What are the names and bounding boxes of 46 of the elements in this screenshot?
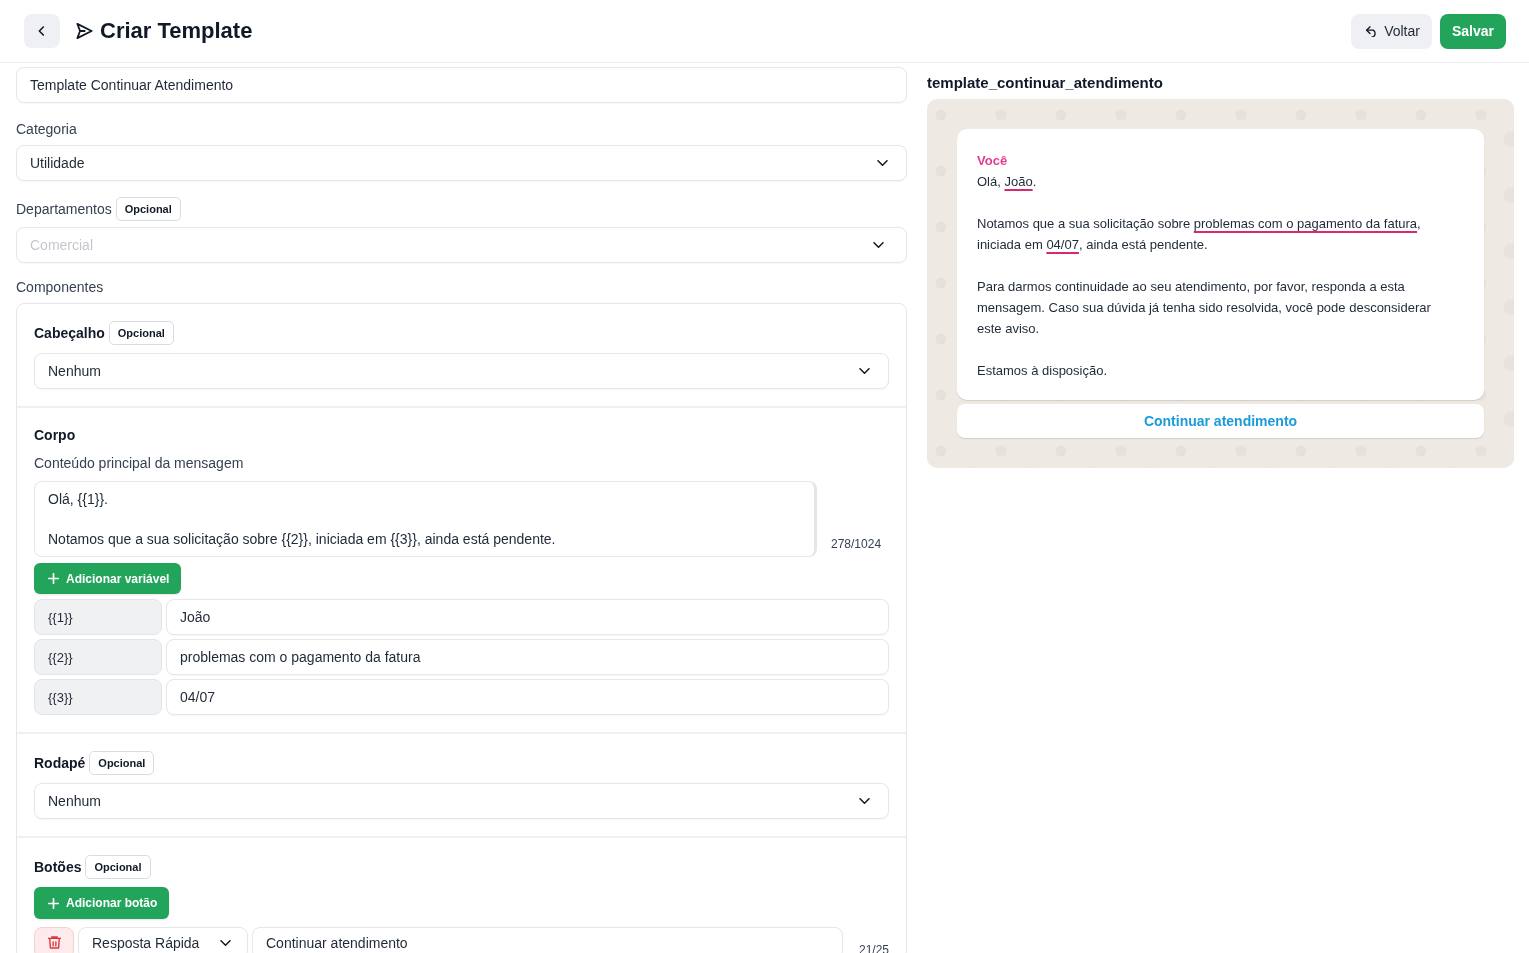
chevron-left-icon bbox=[38, 25, 46, 37]
chevron-down-icon bbox=[859, 368, 870, 374]
category-select[interactable]: Utilidade bbox=[16, 145, 907, 181]
template-name-field[interactable]: Template Continuar Atendimento bbox=[16, 67, 907, 103]
variable-key: {{1}} bbox=[34, 599, 162, 635]
section-title: Corpo bbox=[34, 426, 76, 445]
undo-icon bbox=[1366, 25, 1379, 37]
message-text: Estamos à disposição. bbox=[977, 362, 1109, 380]
field-label: Categoria bbox=[16, 120, 78, 139]
character-counter: 278/1024 bbox=[831, 536, 882, 552]
section-title: Cabeçalho bbox=[34, 325, 105, 341]
optional-badge: Opcional bbox=[85, 855, 151, 879]
sender-name: Você bbox=[977, 152, 1008, 170]
variable-value-field[interactable]: 04/07 bbox=[166, 679, 889, 715]
send-icon bbox=[76, 23, 93, 39]
delete-button[interactable] bbox=[34, 927, 74, 953]
back-text-button[interactable]: Voltar bbox=[1351, 13, 1432, 49]
template-id-title: template_continuar_atendimento bbox=[927, 73, 1163, 93]
plus-icon bbox=[48, 573, 59, 584]
message-text: Olá, João. bbox=[977, 173, 1038, 191]
optional-badge: Opcional bbox=[108, 321, 174, 345]
message-text: Para darmos continuidade ao seu atendimento, por favor, responda a esta mensagem. Caso sua dúvida já tenha sido resolvida, você pode desconsiderar este aviso. bbox=[977, 278, 1432, 338]
chevron-down-icon bbox=[859, 798, 870, 804]
trash-icon bbox=[47, 935, 61, 950]
chevron-down-icon bbox=[877, 160, 888, 166]
footer-type-select[interactable]: Nenhum bbox=[34, 783, 889, 819]
field-label: Departamentos bbox=[16, 201, 112, 217]
message-text: Notamos que a sua solicitação sobre problemas com o pagamento da fatura, iniciada em 04/07, ainda está pendente. bbox=[977, 215, 1422, 254]
optional-badge: Opcional bbox=[115, 197, 181, 221]
section-description: Conteúdo principal da mensagem bbox=[34, 454, 244, 473]
chevron-down-icon bbox=[220, 939, 231, 946]
variable-value-field[interactable]: problemas com o pagamento da fatura bbox=[166, 639, 889, 675]
button-type-select[interactable]: Resposta Rápida bbox=[78, 927, 248, 953]
section-title: Rodapé bbox=[34, 755, 86, 771]
variable-value-field[interactable]: João bbox=[166, 599, 889, 635]
plus-icon bbox=[48, 897, 59, 909]
page-title: Criar Template bbox=[100, 17, 253, 45]
button-text-field[interactable]: Continuar atendimento bbox=[252, 927, 843, 953]
optional-badge: Opcional bbox=[89, 751, 155, 775]
section-label: Componentes bbox=[16, 278, 105, 297]
variable-key: {{3}} bbox=[34, 679, 162, 715]
chevron-down-icon bbox=[873, 242, 884, 248]
header-type-select[interactable]: Nenhum bbox=[34, 353, 889, 389]
section-title: Botões bbox=[34, 859, 82, 875]
variable-key: {{2}} bbox=[34, 639, 162, 675]
message-body-field[interactable]: Olá, {{1}}. Notamos que a sua solicitação sobre {{2}}, iniciada em {{3}}, ainda está pendente. bbox=[34, 481, 817, 557]
